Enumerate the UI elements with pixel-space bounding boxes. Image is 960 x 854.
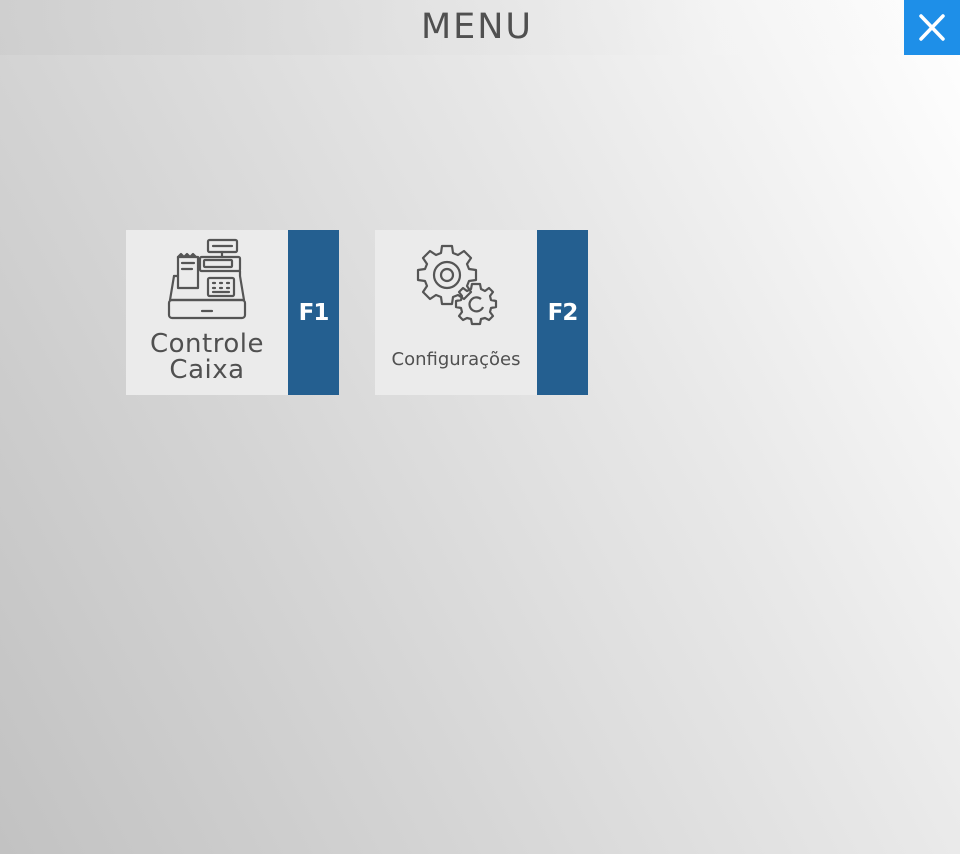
tile-body: Controle Caixa <box>126 230 288 395</box>
tile-label-line1: Controle <box>150 329 264 359</box>
shortcut-key-badge: F1 <box>288 230 339 395</box>
tile-controle-caixa[interactable]: Controle Caixa F1 <box>126 230 339 395</box>
tile-body: Configurações <box>375 230 537 395</box>
tile-label: Configurações <box>391 349 521 370</box>
shortcut-key-badge: F2 <box>537 230 588 395</box>
cash-register-icon <box>167 238 247 320</box>
tile-configuracoes[interactable]: Configurações F2 <box>375 230 588 395</box>
page-title: MENU <box>420 7 534 47</box>
header-bar: MENU <box>0 0 960 55</box>
close-button[interactable] <box>904 0 960 55</box>
gears-icon <box>416 244 498 326</box>
tile-label: Controle Caixa <box>126 331 288 383</box>
tile-label-line2: Caixa <box>169 355 245 385</box>
close-icon <box>919 14 945 41</box>
